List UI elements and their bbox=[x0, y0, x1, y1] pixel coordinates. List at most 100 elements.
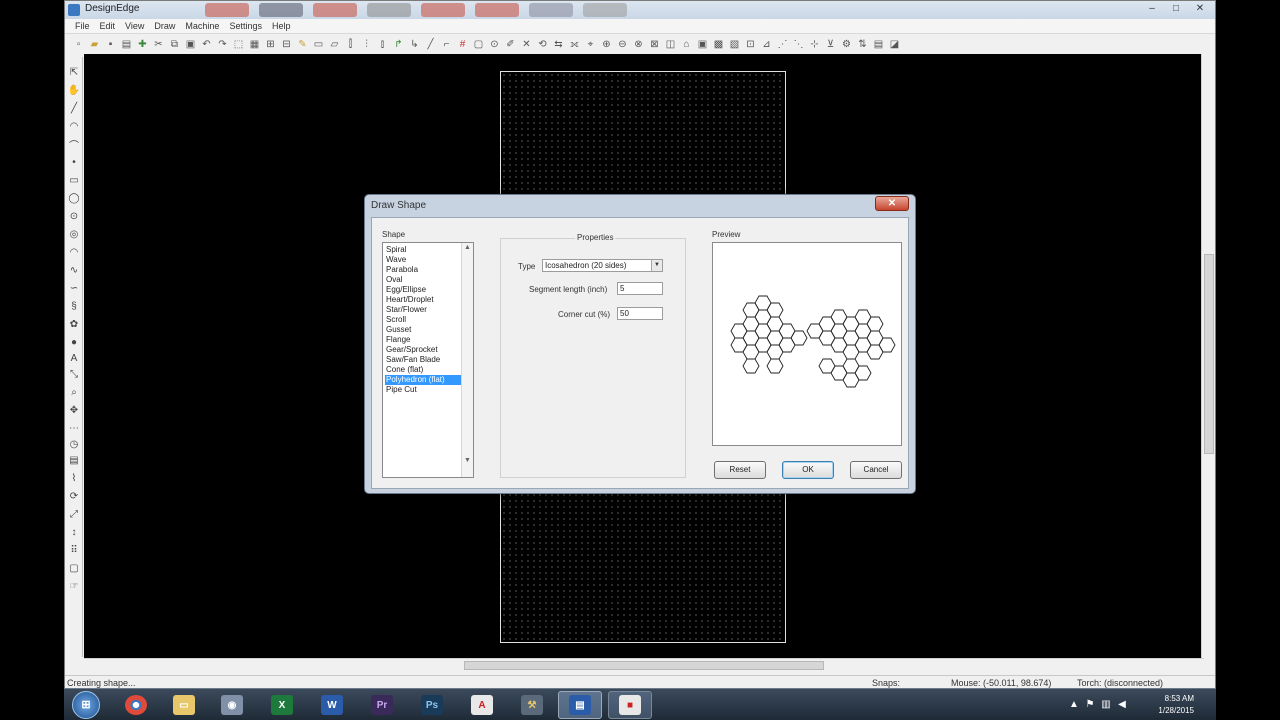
close-window-button[interactable]: ✕ bbox=[1189, 2, 1211, 16]
tool-rotate-icon[interactable]: ⟳ bbox=[67, 489, 81, 503]
snap-int-icon[interactable]: ⊻ bbox=[823, 37, 838, 51]
tool-circle-3pt-icon[interactable]: ◎ bbox=[67, 227, 81, 241]
zoom-window-icon[interactable]: ⊗ bbox=[631, 37, 646, 51]
tool-rectangle-icon[interactable]: ▭ bbox=[67, 173, 81, 187]
align-left-icon[interactable]: ⫿ bbox=[343, 37, 358, 51]
snap-grid-icon[interactable]: ▩ bbox=[711, 37, 726, 51]
new-file-icon[interactable]: ▫ bbox=[71, 37, 86, 51]
tool-circle-center-icon[interactable]: ⊙ bbox=[67, 209, 81, 223]
snap-line-icon[interactable]: ⊡ bbox=[743, 37, 758, 51]
tool-trim-icon[interactable]: ⌕ bbox=[67, 385, 81, 399]
explorer-taskbar-icon[interactable]: ▭ bbox=[162, 691, 206, 719]
align-right-icon[interactable]: ⫾ bbox=[375, 37, 390, 51]
reset-button[interactable]: Reset bbox=[714, 461, 766, 479]
ok-button[interactable]: OK bbox=[782, 461, 834, 479]
import-icon[interactable]: ✚ bbox=[135, 37, 150, 51]
zoom-all-icon[interactable]: ◫ bbox=[663, 37, 678, 51]
tool-join-icon[interactable]: ⋯ bbox=[67, 421, 81, 435]
tool-bitmap-icon[interactable]: ▤ bbox=[67, 453, 81, 467]
mirror-icon[interactable]: ⇆ bbox=[551, 37, 566, 51]
list-item[interactable]: Parabola bbox=[385, 265, 461, 275]
menu-edit[interactable]: Edit bbox=[96, 19, 122, 33]
menu-view[interactable]: View bbox=[121, 19, 150, 33]
tool-move-icon[interactable]: ↕ bbox=[67, 525, 81, 539]
volume-icon[interactable]: ◀ bbox=[1116, 699, 1128, 711]
list-item[interactable]: Flange bbox=[385, 335, 461, 345]
home-icon[interactable]: ⌂ bbox=[679, 37, 694, 51]
clock-time[interactable]: 8:53 AM bbox=[1165, 694, 1194, 703]
tool-curve-icon[interactable]: § bbox=[67, 299, 81, 313]
cut-icon[interactable]: ✂ bbox=[151, 37, 166, 51]
tool-polyline-icon[interactable]: ⌒ bbox=[67, 137, 81, 152]
list-item[interactable]: Gusset bbox=[385, 325, 461, 335]
pierce-icon[interactable]: ⊙ bbox=[487, 37, 502, 51]
redo-icon[interactable]: ↷ bbox=[215, 37, 230, 51]
rect-icon[interactable]: ▭ bbox=[311, 37, 326, 51]
copy-icon[interactable]: ⧉ bbox=[167, 37, 182, 51]
save-icon[interactable]: ▪ bbox=[103, 37, 118, 51]
shape-list[interactable]: Spiral Wave Parabola Oval Egg/Ellipse He… bbox=[382, 242, 474, 478]
print-icon[interactable]: ▤ bbox=[119, 37, 134, 51]
chrome-taskbar-icon[interactable] bbox=[114, 691, 158, 719]
list-item[interactable]: Cone (flat) bbox=[385, 365, 461, 375]
grid-icon[interactable]: ▦ bbox=[247, 37, 262, 51]
tool-taskbar-icon[interactable]: ⚒ bbox=[510, 691, 554, 719]
select-icon[interactable]: ⬚ bbox=[231, 37, 246, 51]
rotate-icon[interactable]: ⟲ bbox=[535, 37, 550, 51]
list-item[interactable]: Saw/Fan Blade bbox=[385, 355, 461, 365]
lead-in-icon[interactable]: ↳ bbox=[407, 37, 422, 51]
delete-icon[interactable]: ✕ bbox=[519, 37, 534, 51]
snap-end-icon[interactable]: ⋱ bbox=[791, 37, 806, 51]
menu-help[interactable]: Help bbox=[268, 19, 297, 33]
zoom-out-icon[interactable]: ⊖ bbox=[615, 37, 630, 51]
acrobat-taskbar-icon[interactable]: A bbox=[460, 691, 504, 719]
segment-length-field[interactable]: 5 bbox=[617, 282, 663, 295]
tool-shape-icon[interactable]: ✿ bbox=[67, 317, 81, 331]
line-icon[interactable]: ╱ bbox=[423, 37, 438, 51]
cut-order-icon[interactable]: ⇅ bbox=[855, 37, 870, 51]
clock-date[interactable]: 1/28/2015 bbox=[1158, 706, 1194, 715]
network-icon[interactable]: ▥ bbox=[1100, 699, 1112, 711]
tray-expand-icon[interactable]: ▲ bbox=[1068, 699, 1080, 711]
paste-icon[interactable]: ▣ bbox=[183, 37, 198, 51]
list-item[interactable]: Oval bbox=[385, 275, 461, 285]
list-item[interactable]: Star/Flower bbox=[385, 305, 461, 315]
tool-line-icon[interactable]: ╱ bbox=[67, 101, 81, 115]
undo-icon[interactable]: ↶ bbox=[199, 37, 214, 51]
layer-icon[interactable]: ▱ bbox=[327, 37, 342, 51]
tool-ellipse-icon[interactable]: ◠ bbox=[67, 245, 81, 259]
list-item[interactable]: Wave bbox=[385, 255, 461, 265]
maximize-button[interactable]: □ bbox=[1165, 2, 1187, 16]
minimize-button[interactable]: – bbox=[1141, 2, 1163, 16]
list-item[interactable]: Spiral bbox=[385, 245, 461, 255]
vertical-scroll-thumb[interactable] bbox=[1204, 254, 1214, 454]
vertical-scrollbar[interactable] bbox=[1201, 54, 1215, 658]
list-item-selected[interactable]: Polyhedron (flat) bbox=[385, 375, 461, 385]
ortho-icon[interactable]: ⊿ bbox=[759, 37, 774, 51]
hash-icon[interactable]: # bbox=[455, 37, 470, 51]
snap-center-icon[interactable]: ⊹ bbox=[807, 37, 822, 51]
offset-icon[interactable]: ⟗ bbox=[567, 37, 582, 51]
tool-dimension-icon[interactable]: ⤡ bbox=[67, 367, 81, 381]
tool-spline-icon[interactable]: ∿ bbox=[67, 263, 81, 277]
menu-file[interactable]: File bbox=[71, 19, 96, 33]
zoom-in-icon[interactable]: ⊕ bbox=[599, 37, 614, 51]
lock-icon[interactable]: ▣ bbox=[695, 37, 710, 51]
tool-circle-icon[interactable]: ◯ bbox=[67, 191, 81, 205]
list-item[interactable]: Gear/Sprocket bbox=[385, 345, 461, 355]
list-scrollbar[interactable]: ▲ ▼ bbox=[461, 243, 473, 477]
dialog-close-button[interactable]: ✕ bbox=[875, 196, 909, 211]
snap-mid-icon[interactable]: ⋰ bbox=[775, 37, 790, 51]
pin-taskbar-icon[interactable]: ◉ bbox=[210, 691, 254, 719]
type-select[interactable]: Icosahedron (20 sides) ▼ bbox=[542, 259, 663, 272]
tool-fill-icon[interactable]: ● bbox=[67, 335, 81, 349]
flag-icon[interactable]: ⚑ bbox=[1084, 699, 1096, 711]
list-item[interactable]: Pipe Cut bbox=[385, 385, 461, 395]
premiere-taskbar-icon[interactable]: Pr bbox=[360, 691, 404, 719]
group-icon[interactable]: ⊞ bbox=[263, 37, 278, 51]
tool-point-icon[interactable]: • bbox=[67, 155, 81, 169]
path-icon[interactable]: ↱ bbox=[391, 37, 406, 51]
tool-scale-icon[interactable]: ⤢ bbox=[67, 507, 81, 521]
tool-pointer-icon[interactable]: ☞ bbox=[67, 579, 81, 593]
open-folder-icon[interactable]: ▰ bbox=[87, 37, 102, 51]
